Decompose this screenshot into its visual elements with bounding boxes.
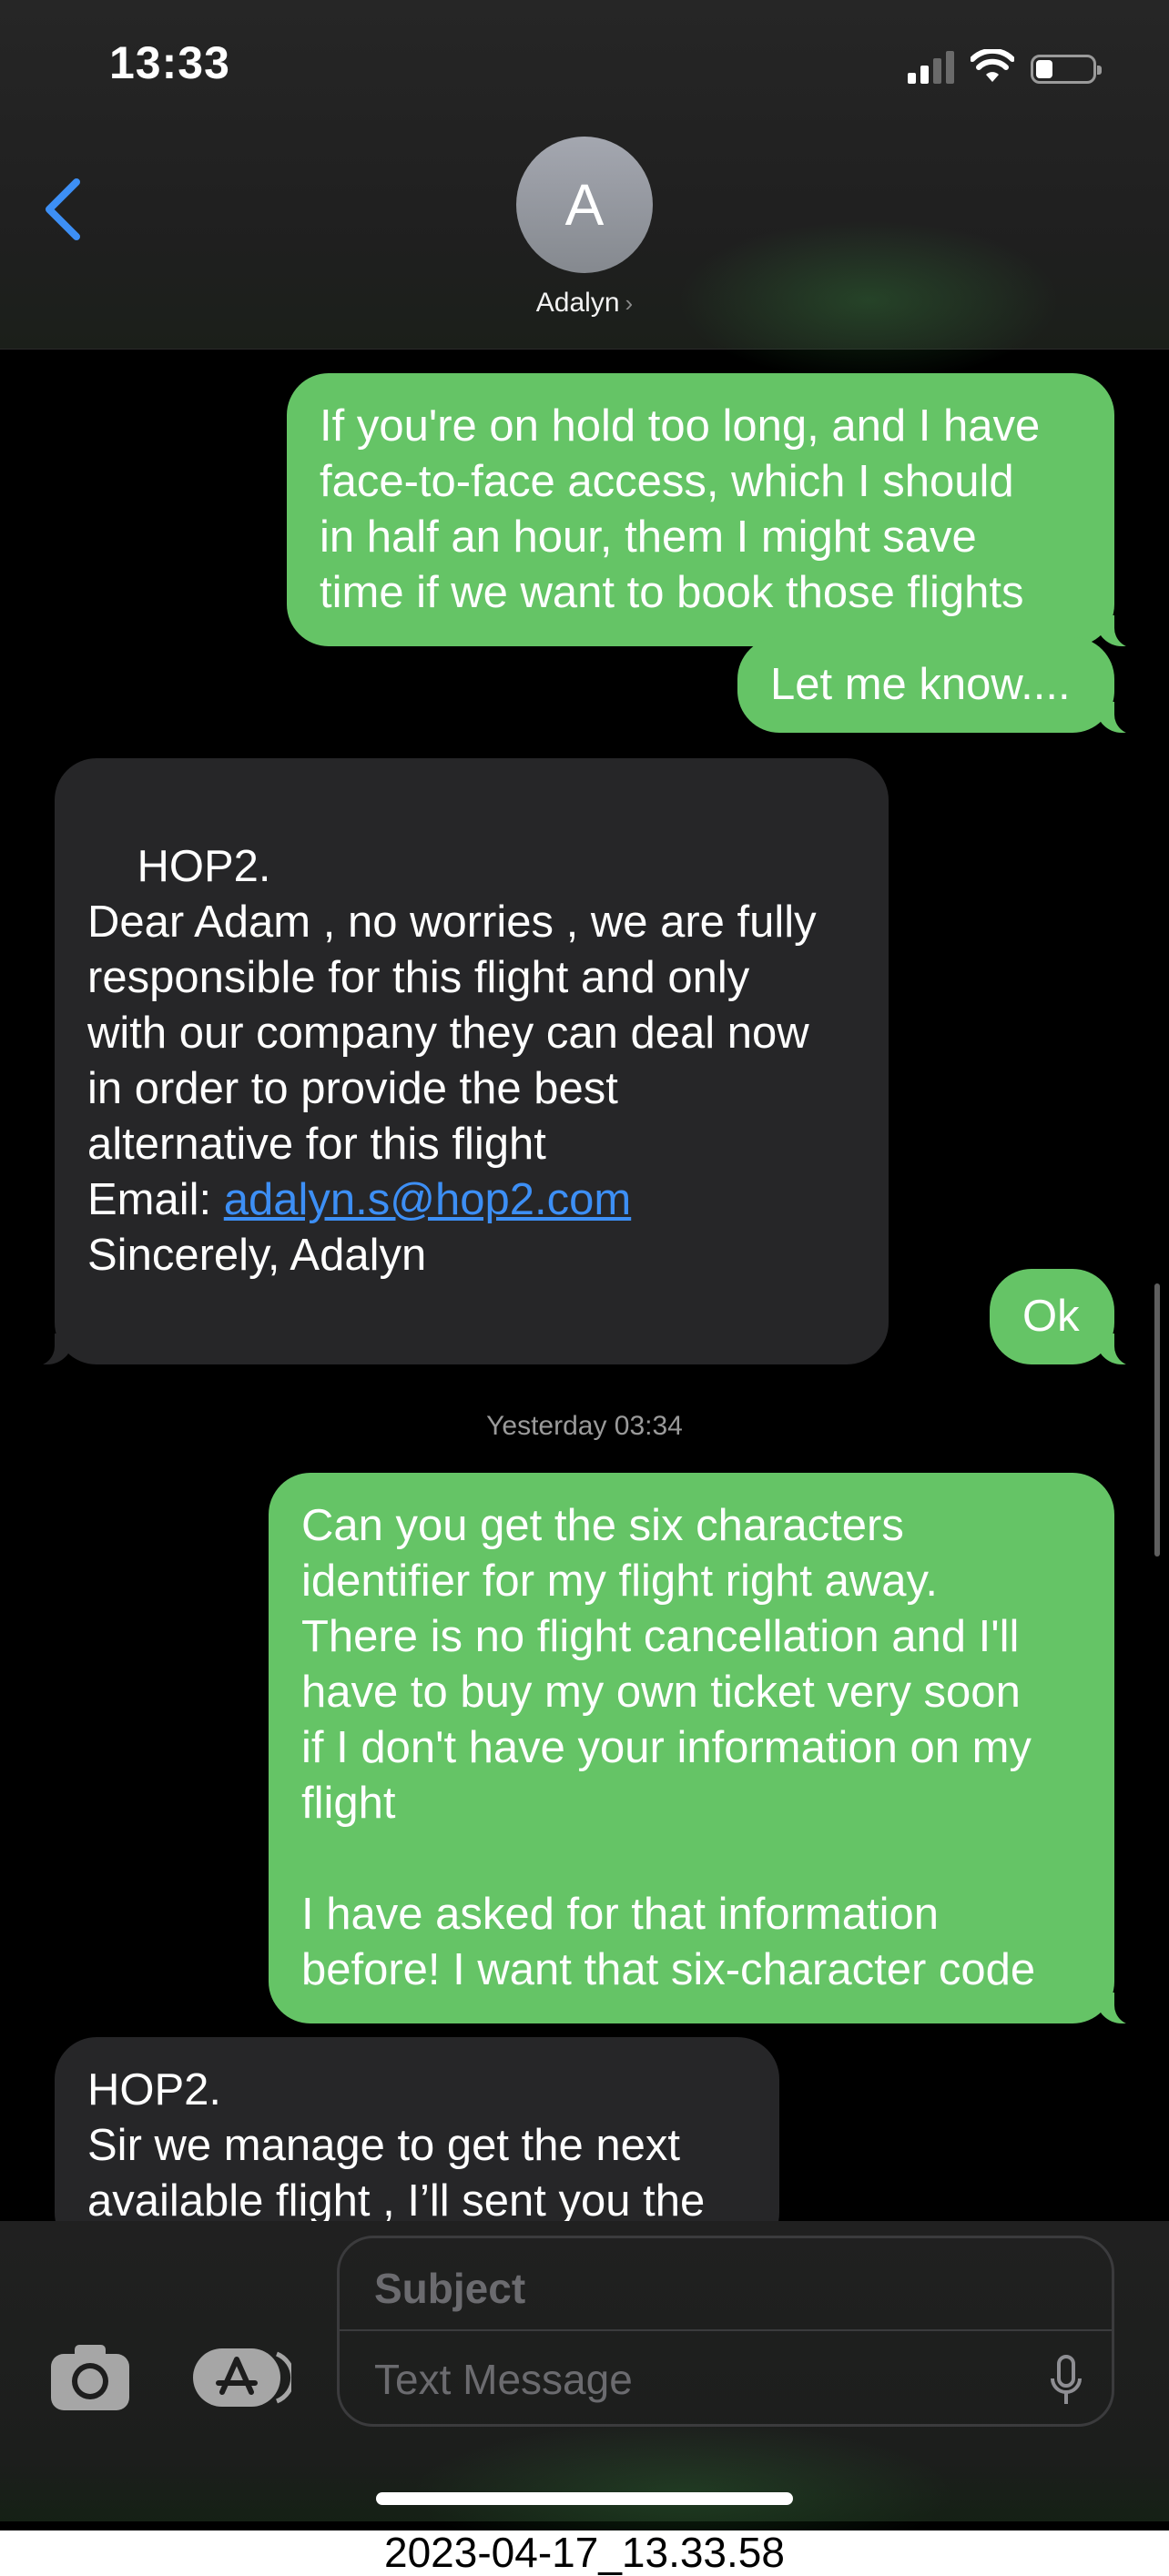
message-timestamp: Yesterday 03:34 [486,1411,683,1441]
wifi-icon [971,49,1014,82]
mic-icon[interactable] [1048,2353,1084,2408]
message-bubble-sent[interactable]: Can you get the six characters identifie… [269,1473,1142,2025]
back-chevron-icon[interactable] [36,173,91,246]
app-store-icon[interactable] [191,2347,291,2409]
subject-field[interactable]: Subject [374,2247,525,2329]
chevron-right-icon: › [625,289,634,317]
screenshot-caption: 2023-04-17_13.33.58 [384,2529,785,2576]
compose-bar: Subject Text Message [0,2221,1169,2567]
avatar-initial: A [564,172,605,238]
contact-name[interactable]: Adalyn › [0,288,1169,319]
message-bubble-sent[interactable]: If you're on hold too long, and I have f… [287,373,1142,648]
email-link[interactable]: adalyn.s@hop2.com [224,1175,631,1224]
status-time: 13:33 [109,37,230,88]
home-indicator[interactable] [376,2492,793,2505]
input-divider [340,2329,1112,2331]
avatar[interactable]: A [516,137,653,273]
scrollbar[interactable] [1154,1283,1160,1557]
message-text: Sincerely, Adalyn [87,1231,427,1280]
camera-icon[interactable] [47,2339,133,2414]
cellular-signal-icon [908,49,954,84]
message-text: HOP2. Dear Adam , no worries , we are fu… [87,842,817,1224]
battery-icon [1031,55,1102,84]
conversation-header: 13:33 A Adalyn › [0,0,1169,382]
message-input[interactable]: Subject Text Message [337,2236,1114,2427]
text-message-field[interactable]: Text Message [374,2338,633,2420]
status-bar: 13:33 [0,0,1169,127]
status-icons [908,47,1102,84]
message-bubble-sent[interactable]: Ok [990,1269,1142,1366]
message-bubble-received[interactable]: HOP2. Dear Adam , no worries , we are fu… [27,758,889,1366]
message-bubble-sent[interactable]: Let me know.... [737,637,1142,735]
